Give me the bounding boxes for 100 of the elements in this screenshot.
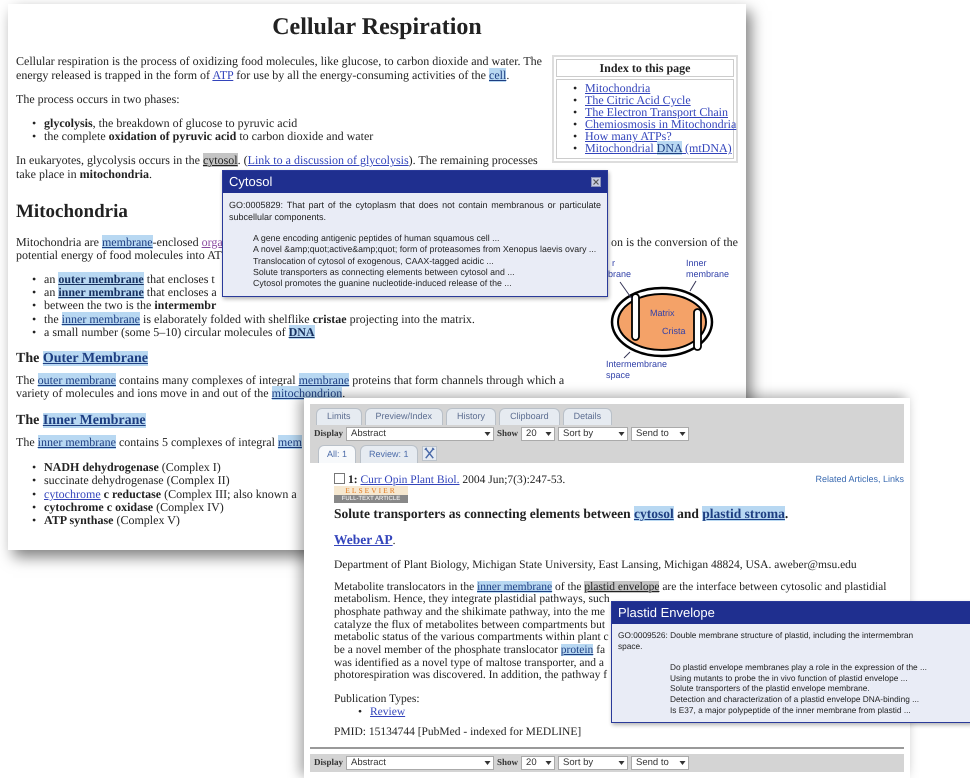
publication-type-link[interactable]: Review [370, 706, 406, 718]
popup-title: Plastid Envelope [618, 604, 715, 622]
bullet: • [573, 82, 578, 94]
list-item: a small number (some 5–10) circular molecules of DNA [44, 326, 315, 339]
bullet: • [32, 326, 38, 339]
article-link[interactable]: Translocation of cytosol of exogenous, CAAX-tagged acidic ... [253, 256, 494, 268]
article-link[interactable]: Cytosol promotes the guanine nucleotide-induced release of the ... [253, 278, 512, 290]
definition-text: GO:0005829: That part of the cytoplasm that does not contain membranous or particulate subcellular components. [228, 198, 602, 224]
term-link[interactable]: cell [489, 68, 506, 82]
caret-icon[interactable] [484, 429, 492, 438]
caret-icon[interactable] [545, 758, 552, 768]
term-link[interactable]: membrane [102, 234, 153, 249]
dropdown[interactable]: Sort by [558, 426, 628, 441]
term-link[interactable]: protein [560, 644, 594, 656]
term-link[interactable]: mem [278, 435, 302, 450]
caret-icon[interactable] [679, 758, 686, 768]
crossed-tools-icon[interactable] [422, 446, 437, 461]
article-link[interactable]: Using mutants to probe the in vivo function of plastid envelope ... [670, 672, 908, 684]
dropdown[interactable]: 20 [521, 756, 556, 770]
term-link[interactable]: plastid stroma [702, 506, 785, 522]
paragraph: The outer membrane contains many complexes of integral membrane proteins that form channels through which a variety of molecules and ions move in and out of the mitochondrion. [16, 374, 566, 401]
paragraph-fragment: Mitochondria are membrane-enclosed orga [16, 236, 223, 249]
term-link[interactable]: DNA [288, 324, 315, 339]
term-link[interactable]: outer membrane [58, 272, 144, 286]
article-link[interactable]: Is E37, a major polypeptide of the inner membrane from plastid ... [670, 705, 911, 716]
section-heading: The Inner Membrane [16, 412, 146, 428]
abstract-line: catalyze the flux of metabolites between compartments but [334, 618, 606, 632]
journal-link[interactable]: Curr Opin Plant Biol. [360, 474, 460, 486]
term-link[interactable]: membrane [298, 373, 350, 388]
abstract-line: was identified as a novel type of maltose transporter, and a [334, 656, 604, 670]
article-link[interactable]: A gene encoding antigenic peptides of human squamous cell ... [253, 232, 500, 244]
term-link[interactable]: Inner Membrane [42, 412, 146, 428]
dropdown[interactable]: Send to [631, 756, 690, 770]
tab[interactable]: Clipboard [499, 408, 560, 425]
tab[interactable]: History [446, 408, 496, 425]
term-link[interactable]: inner membrane [62, 312, 140, 326]
caret-icon[interactable] [484, 758, 492, 768]
article-link[interactable]: Do plastid envelope membranes play a role in the expression of the ... [670, 662, 927, 673]
link[interactable]: The Citric Acid Cycle [585, 93, 691, 108]
visited-link[interactable]: orga [202, 234, 223, 249]
bullet: • [32, 130, 38, 144]
article-link[interactable]: Solute transporters of the plastid envelope membrane. [670, 683, 870, 694]
record-number: 1: [348, 474, 358, 486]
bullet: • [32, 299, 38, 313]
bullet: • [573, 94, 578, 106]
link[interactable]: Chemiosmosis in Mitochondria [585, 117, 736, 132]
term-link[interactable]: DNA [656, 141, 682, 156]
tab[interactable]: Limits [316, 408, 362, 425]
term-link[interactable]: inner membrane [38, 435, 116, 450]
hovered-term-link[interactable]: plastid envelope [584, 580, 660, 593]
term-link[interactable]: Outer Membrane [42, 350, 148, 366]
related-links[interactable]: Related Articles, Links [815, 474, 904, 485]
abstract-line: photorespiration was discovered. In addition, the pathway f [334, 669, 608, 682]
tab[interactable]: Review: 1 [360, 444, 418, 463]
close-icon[interactable] [591, 176, 601, 187]
article-link[interactable]: Solute transporters as connecting elements between cytosol and ... [253, 267, 515, 278]
caret-icon[interactable] [618, 429, 626, 438]
link[interactable]: cytochrome [44, 486, 101, 501]
diagram-label: Matrix [650, 308, 674, 318]
term-link[interactable]: outer membrane [38, 373, 116, 388]
link[interactable]: ATP [212, 68, 234, 82]
list-item: cytochrome c reductase (Complex III; also known a [44, 488, 297, 501]
tab[interactable]: Details [562, 408, 612, 425]
dropdown[interactable]: Abstract [346, 756, 494, 770]
paragraph: The process occurs in two phases: [16, 92, 180, 106]
dropdown[interactable]: 20 [521, 426, 556, 441]
bullet: • [32, 500, 38, 514]
dropdown[interactable]: Send to [631, 426, 690, 441]
term-link[interactable]: cytosol [634, 506, 674, 522]
term-link[interactable]: inner membrane [58, 285, 144, 300]
section-heading: Mitochondria [16, 202, 128, 223]
leader-line [620, 282, 632, 300]
bullet: • [573, 142, 578, 154]
paragraph-fragment: on is the conversion of the [611, 236, 738, 249]
tab[interactable]: All: 1 [318, 444, 356, 463]
tab[interactable]: Preview/Index [364, 408, 444, 425]
term-link[interactable]: mitochondrion [272, 386, 342, 400]
caret-icon[interactable] [618, 758, 626, 768]
link[interactable]: How many ATPs? [585, 129, 672, 144]
bullet: • [32, 461, 38, 474]
leader-line [690, 280, 696, 292]
term-link[interactable]: inner membrane [477, 580, 552, 593]
caret-icon[interactable] [679, 429, 686, 438]
abstract-line: metabolism. Hence, they integrate plastidial pathways, such [334, 593, 610, 606]
dropdown[interactable]: Abstract [346, 426, 494, 441]
page-title: Cellular Respiration [272, 14, 482, 40]
article-link[interactable]: A novel &amp;quot;active&amp;quot; form of proteasomes from Xenopus laevis ovary ... [253, 244, 596, 256]
bullet: • [32, 116, 38, 130]
link[interactable]: Mitochondria [585, 81, 650, 96]
list-item: an outer membrane that encloses t [44, 272, 215, 286]
hovered-term-link[interactable]: cytosol [202, 153, 238, 168]
checkbox[interactable] [334, 472, 345, 484]
link[interactable]: Link to a discussion of glycolysis [248, 153, 409, 168]
list-item: ATP synthase (Complex V) [44, 514, 180, 528]
author-link[interactable]: Weber AP [334, 532, 393, 548]
leader-line [624, 352, 630, 358]
dropdown[interactable]: Sort by [558, 756, 628, 770]
article-link[interactable]: Detection and characterization of a plastid envelope DNA-binding ... [670, 694, 920, 705]
link[interactable]: (mtDNA) [682, 141, 732, 156]
caret-icon[interactable] [545, 429, 552, 438]
